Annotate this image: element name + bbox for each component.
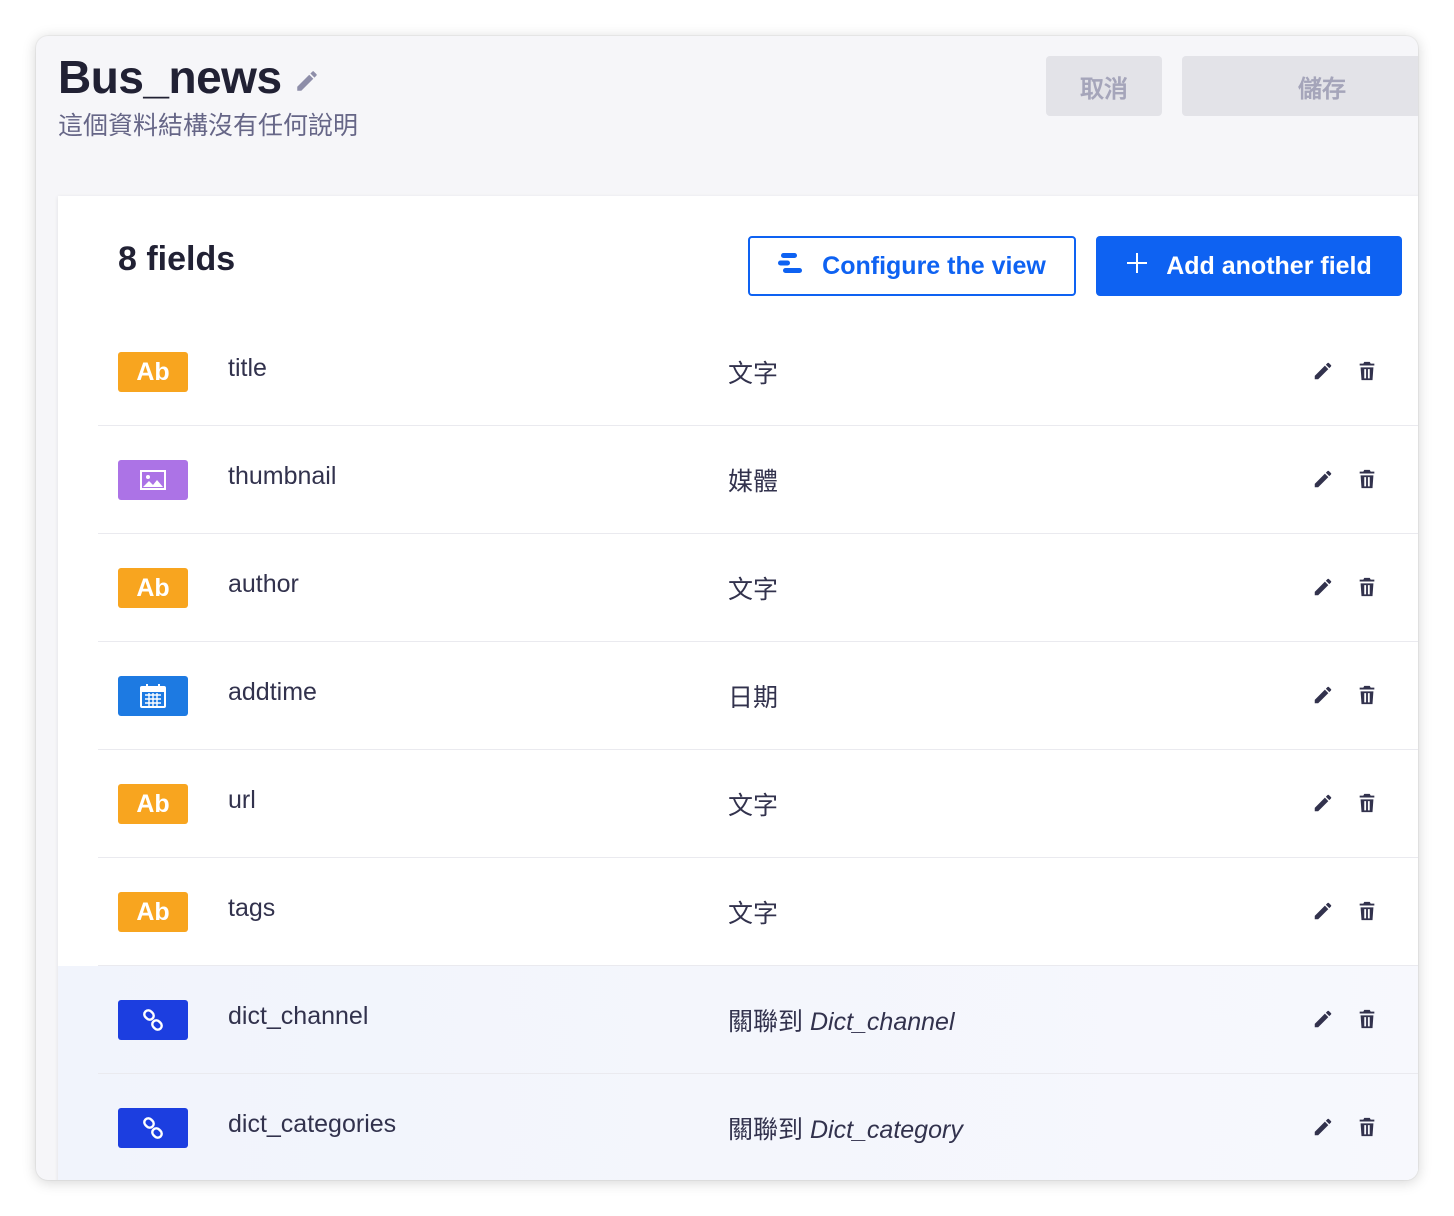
relation-target: Dict_channel	[809, 1008, 955, 1036]
field-type: 文字	[728, 576, 779, 604]
field-name: dict_channel	[228, 1002, 369, 1030]
trash-icon[interactable]	[1356, 360, 1378, 382]
field-name: url	[228, 786, 256, 814]
pencil-icon[interactable]	[1312, 576, 1334, 598]
relation-target: Dict_category	[809, 1116, 963, 1144]
trash-icon[interactable]	[1356, 792, 1378, 814]
pencil-icon[interactable]	[1312, 792, 1334, 814]
field-type: 文字	[728, 792, 779, 820]
field-name: dict_categories	[228, 1110, 397, 1138]
pencil-icon[interactable]	[1312, 468, 1334, 490]
field-type: 關聯到 Dict_category	[728, 1110, 963, 1146]
page-title: Bus_news	[58, 51, 282, 103]
field-type: 文字	[728, 360, 779, 388]
configure-icon	[778, 252, 804, 281]
field-row: Ab author 文字	[58, 534, 1418, 642]
trash-icon[interactable]	[1356, 1008, 1378, 1030]
field-type: 媒體	[728, 468, 779, 496]
field-row: thumbnail 媒體	[58, 426, 1418, 534]
trash-icon[interactable]	[1356, 900, 1378, 922]
field-row: dict_channel 關聯到 Dict_channel	[58, 966, 1418, 1074]
trash-icon[interactable]	[1356, 1116, 1378, 1138]
text-icon: Ab	[118, 352, 188, 392]
configure-view-button[interactable]: Configure the view	[748, 236, 1076, 296]
field-name: tags	[228, 894, 276, 922]
field-type: 關聯到 Dict_channel	[728, 1002, 955, 1038]
configure-view-label: Configure the view	[822, 251, 1046, 280]
add-field-button[interactable]: Add another field	[1096, 236, 1402, 296]
field-row: Ab title 文字	[58, 318, 1418, 426]
pencil-icon[interactable]	[1312, 1116, 1334, 1138]
pencil-icon[interactable]	[1312, 360, 1334, 382]
link-icon	[118, 1000, 188, 1040]
field-row: dict_categories 關聯到 Dict_category	[58, 1074, 1418, 1180]
text-icon: Ab	[118, 892, 188, 932]
field-name: author	[228, 570, 299, 598]
text-icon: Ab	[118, 784, 188, 824]
pencil-icon[interactable]	[1312, 684, 1334, 706]
calendar-icon	[118, 676, 188, 716]
field-row: addtime 日期	[58, 642, 1418, 750]
field-name: title	[228, 354, 267, 382]
fields-card: 8 fields Configure the view Add another …	[58, 196, 1418, 1180]
field-name: thumbnail	[228, 462, 337, 490]
relation-label: 關聯到	[728, 1008, 804, 1036]
field-row: Ab url 文字	[58, 750, 1418, 858]
page-subtitle: 這個資料結構沒有任何說明	[58, 112, 359, 140]
field-row: Ab tags 文字	[58, 858, 1418, 966]
plus-icon	[1126, 252, 1148, 281]
text-icon: Ab	[118, 568, 188, 608]
add-field-label: Add another field	[1166, 251, 1372, 280]
cancel-button[interactable]: 取消	[1046, 56, 1162, 116]
field-type: 日期	[728, 684, 779, 712]
title-row: Bus_news	[58, 50, 320, 104]
trash-icon[interactable]	[1356, 468, 1378, 490]
field-name: addtime	[228, 678, 317, 706]
relation-label: 關聯到	[728, 1116, 804, 1144]
pencil-icon[interactable]	[1312, 900, 1334, 922]
edit-title-icon[interactable]	[294, 68, 320, 94]
trash-icon[interactable]	[1356, 684, 1378, 706]
fields-list: Ab title 文字 thumbnail 媒體 Ab author 文字 ad…	[58, 318, 1418, 1180]
link-icon	[118, 1108, 188, 1148]
pencil-icon[interactable]	[1312, 1008, 1334, 1030]
save-button[interactable]: 儲存	[1182, 56, 1418, 116]
image-icon	[118, 460, 188, 500]
fields-count: 8 fields	[118, 240, 236, 278]
content-type-builder-window: Bus_news 這個資料結構沒有任何說明 取消 儲存 8 fields Con…	[36, 36, 1418, 1180]
trash-icon[interactable]	[1356, 576, 1378, 598]
field-type: 文字	[728, 900, 779, 928]
